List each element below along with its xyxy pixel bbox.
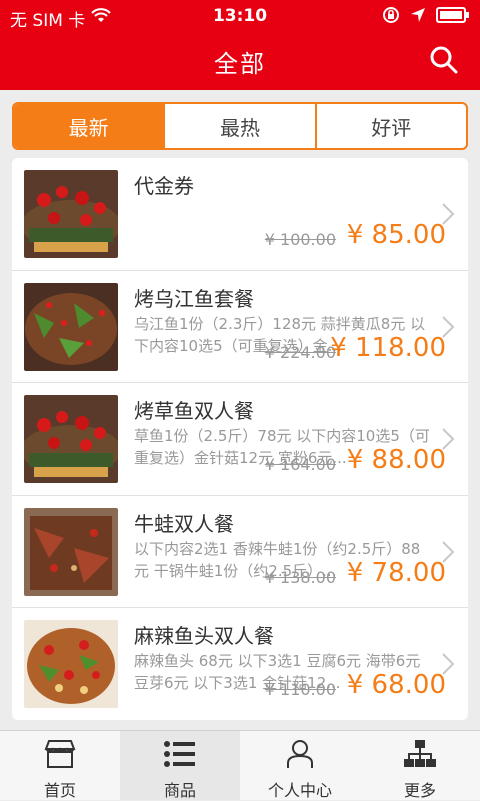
- chevron-right-icon: [440, 652, 456, 676]
- item-original-price: ¥ 110.00: [264, 680, 336, 699]
- chevron-right-icon: [440, 315, 456, 339]
- product-image: [24, 620, 118, 708]
- list-item[interactable]: 代金券 ¥ 100.00 ¥ 85.00: [12, 158, 468, 271]
- list-icon: [163, 739, 197, 769]
- page-title: 全部: [214, 50, 266, 78]
- item-title: 烤草鱼双人餐: [134, 399, 254, 423]
- chevron-right-icon: [440, 427, 456, 451]
- item-price: ¥ 68.00: [346, 670, 446, 700]
- item-price: ¥ 118.00: [330, 332, 446, 363]
- product-image: [24, 282, 118, 371]
- item-title: 代金券: [134, 174, 194, 198]
- list-item[interactable]: 麻辣鱼头双人餐 麻辣鱼头 68元 以下3选1 豆腐6元 海带6元 豆芽6元 以下…: [12, 608, 468, 720]
- chevron-right-icon: [440, 540, 456, 564]
- user-icon: [283, 739, 317, 769]
- tab-more[interactable]: 更多: [360, 731, 480, 800]
- bottom-tab-bar: 首页 商品 个人中心 更多: [0, 730, 480, 800]
- segment-hottest[interactable]: 最热: [165, 104, 317, 148]
- search-icon[interactable]: [428, 44, 460, 76]
- location-icon: [410, 7, 426, 28]
- item-price: ¥ 85.00: [346, 220, 446, 250]
- chevron-right-icon: [440, 202, 456, 226]
- status-right: [382, 6, 470, 29]
- item-original-price: ¥ 224.00: [264, 342, 336, 362]
- product-image: [24, 395, 118, 483]
- item-price: ¥ 78.00: [346, 557, 446, 588]
- tab-label: 更多: [403, 781, 436, 800]
- list-item[interactable]: 烤乌江鱼套餐 乌江鱼1份（2.3斤）128元 蒜拌黄瓜8元 以下内容10选5（可…: [12, 271, 468, 383]
- item-original-price: ¥ 100.00: [264, 230, 336, 249]
- nav-header: 全部: [0, 34, 480, 90]
- sitemap-icon: [403, 739, 437, 769]
- segment-newest[interactable]: 最新: [14, 104, 166, 148]
- product-list: 代金券 ¥ 100.00 ¥ 85.00 烤乌江鱼套餐 乌江鱼1份（2.3斤）1…: [12, 158, 468, 720]
- item-title: 烤乌江鱼套餐: [134, 286, 254, 311]
- battery-icon: [436, 7, 470, 28]
- store-icon: [43, 739, 77, 769]
- tab-profile[interactable]: 个人中心: [240, 731, 360, 800]
- orientation-lock-icon: [382, 6, 400, 29]
- tab-home[interactable]: 首页: [0, 731, 120, 800]
- item-price: ¥ 88.00: [346, 445, 446, 475]
- item-original-price: ¥ 138.00: [264, 567, 336, 587]
- tab-label: 商品: [163, 781, 196, 800]
- list-item[interactable]: 烤草鱼双人餐 草鱼1份（2.5斤）78元 以下内容10选5（可重复选）金针菇12…: [12, 383, 468, 496]
- tab-products[interactable]: 商品: [120, 731, 240, 800]
- sort-segmented-control: 最新 最热 好评: [12, 102, 468, 150]
- item-title: 牛蛙双人餐: [134, 511, 234, 536]
- product-image: [24, 170, 118, 258]
- item-title: 麻辣鱼头双人餐: [134, 624, 274, 648]
- tab-label: 个人中心: [267, 781, 332, 800]
- segment-best-rated[interactable]: 好评: [317, 104, 466, 148]
- list-item[interactable]: 牛蛙双人餐 以下内容2选1 香辣牛蛙1份（约2.5斤）88元 干锅牛蛙1份（约2…: [12, 496, 468, 608]
- status-bar: 无 SIM 卡 13:10: [0, 0, 480, 34]
- item-original-price: ¥ 164.00: [264, 455, 336, 474]
- product-image: [24, 507, 118, 596]
- tab-label: 首页: [43, 781, 76, 800]
